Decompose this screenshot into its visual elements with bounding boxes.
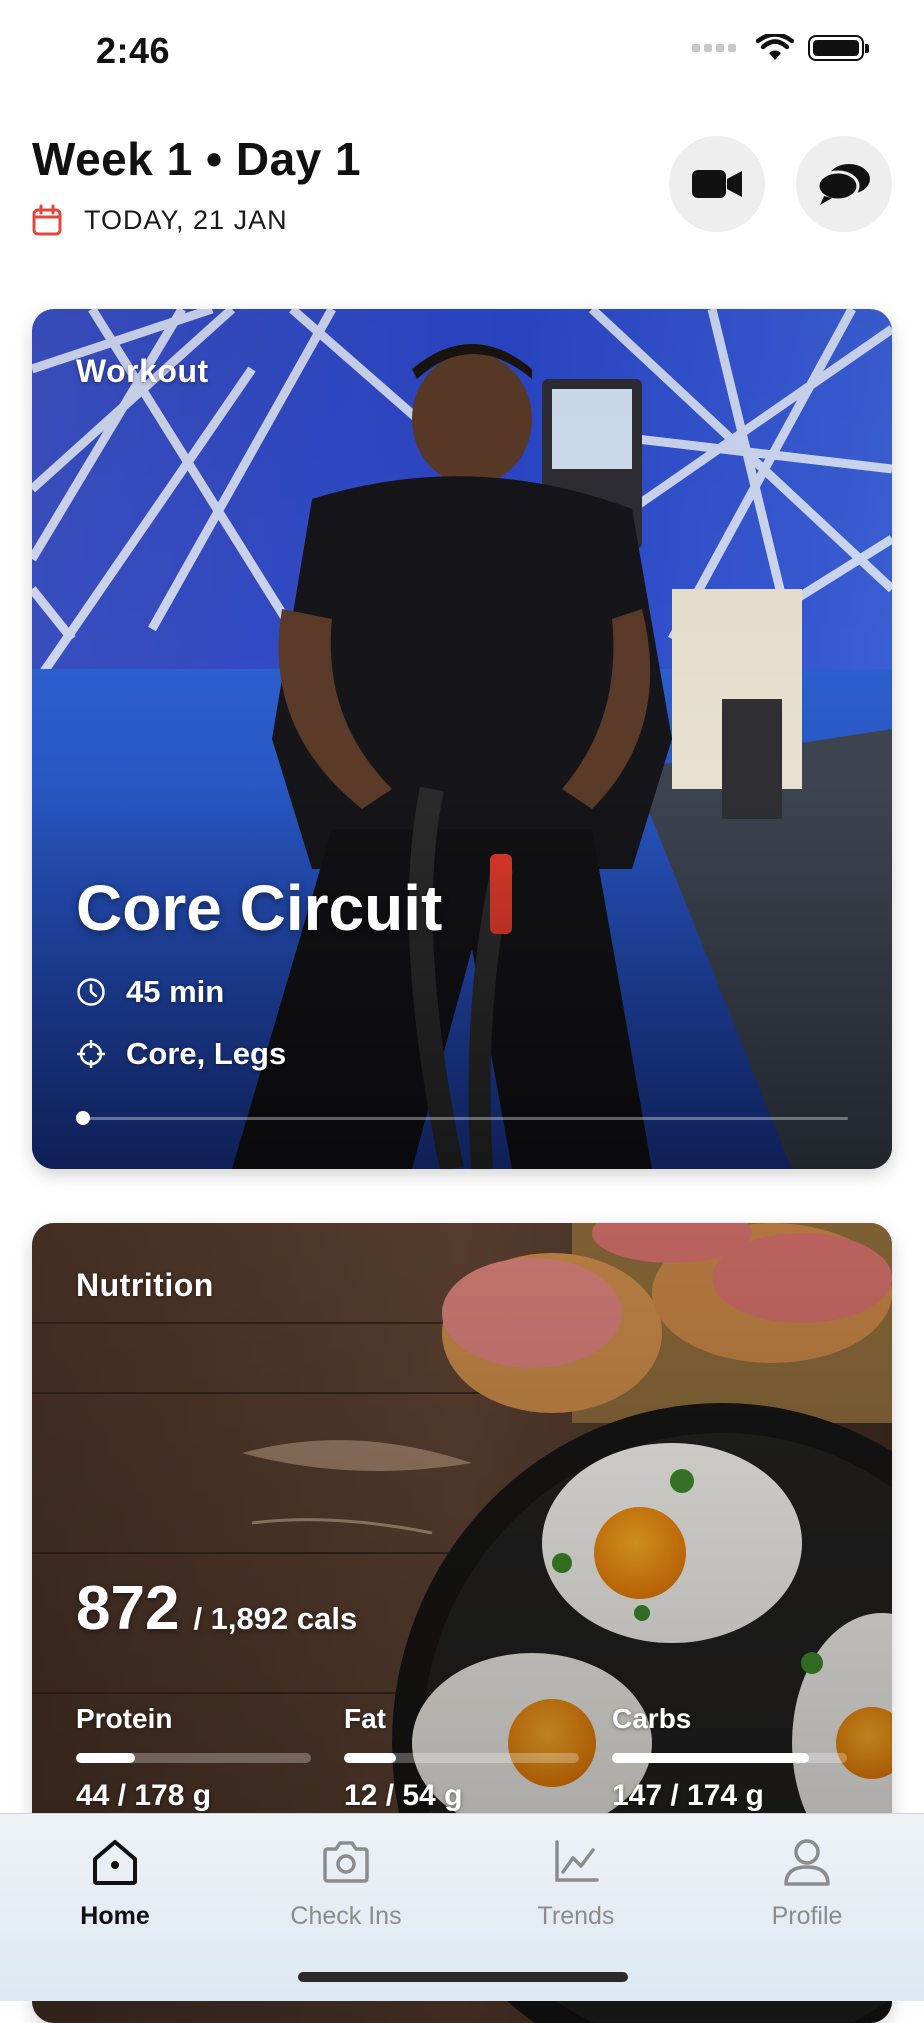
chat-button[interactable] xyxy=(796,136,892,232)
home-icon xyxy=(93,1840,137,1885)
date-row: TODAY, 21 JAN xyxy=(32,204,288,236)
macro-value: 12 / 54 g xyxy=(344,1779,463,1812)
tab-check-ins[interactable]: Check Ins xyxy=(256,1814,436,1954)
macro-value: 44 / 178 g xyxy=(76,1779,212,1812)
workout-card[interactable]: Workout Core Circuit 45 min Core, Legs xyxy=(32,309,892,1169)
clock-icon xyxy=(77,978,105,1006)
page-header: Week 1 • Day 1 TODAY, 21 JAN xyxy=(32,128,892,248)
calories-summary: 872 / 1,892 cals xyxy=(76,1573,357,1644)
macro-carbs: Carbs 147 / 174 g xyxy=(612,1703,847,1813)
page-title: Week 1 • Day 1 xyxy=(32,133,362,185)
tab-label: Trends xyxy=(537,1902,615,1930)
workout-progress-indicator xyxy=(76,1111,90,1125)
tab-label: Profile xyxy=(771,1902,843,1930)
workout-duration: 45 min xyxy=(126,974,225,1009)
status-icons xyxy=(692,34,869,62)
macro-label: Protein xyxy=(76,1703,173,1734)
crosshair-icon xyxy=(77,1040,105,1068)
macro-progress-fill xyxy=(76,1753,135,1763)
workout-focus: Core, Legs xyxy=(126,1036,287,1071)
macro-value: 147 / 174 g xyxy=(612,1779,764,1812)
video-camera-icon xyxy=(692,170,742,198)
workout-duration-row: 45 min xyxy=(76,974,224,1010)
video-call-button[interactable] xyxy=(669,136,765,232)
nutrition-card-label: Nutrition xyxy=(76,1267,214,1303)
tab-home[interactable]: Home xyxy=(25,1814,205,1954)
wifi-icon xyxy=(756,34,794,60)
macro-progress-fill xyxy=(612,1753,810,1763)
tab-trends[interactable]: Trends xyxy=(486,1814,666,1954)
macro-progress-track xyxy=(76,1753,311,1763)
workout-progress-track xyxy=(76,1111,848,1125)
battery-icon xyxy=(808,35,869,61)
home-indicator[interactable] xyxy=(298,1972,628,1982)
macro-label: Carbs xyxy=(612,1703,692,1734)
date-label: TODAY, 21 JAN xyxy=(84,204,288,235)
chart-icon xyxy=(555,1840,599,1882)
workout-focus-row: Core, Legs xyxy=(76,1036,286,1072)
tab-label: Home xyxy=(80,1902,150,1930)
status-time: 2:46 xyxy=(96,30,171,71)
calories-target: / 1,892 cals xyxy=(193,1601,358,1636)
camera-icon xyxy=(323,1841,369,1883)
workout-title: Core Circuit xyxy=(76,872,443,944)
tab-profile[interactable]: Profile xyxy=(717,1814,897,1954)
macro-label: Fat xyxy=(344,1703,386,1734)
calories-consumed: 872 xyxy=(76,1574,180,1643)
chat-bubbles-icon xyxy=(816,164,870,205)
macro-fat: Fat 12 / 54 g xyxy=(344,1703,579,1813)
tab-label: Check Ins xyxy=(290,1902,402,1930)
workout-card-label: Workout xyxy=(76,353,209,389)
cellular-signal-icon xyxy=(692,44,736,52)
macro-progress-track xyxy=(344,1753,579,1763)
macro-progress-track xyxy=(612,1753,847,1763)
status-bar: 2:46 xyxy=(0,0,924,100)
macro-protein: Protein 44 / 178 g xyxy=(76,1703,311,1813)
calendar-icon xyxy=(32,204,62,236)
person-icon xyxy=(784,1839,830,1886)
macro-progress-fill xyxy=(344,1753,396,1763)
